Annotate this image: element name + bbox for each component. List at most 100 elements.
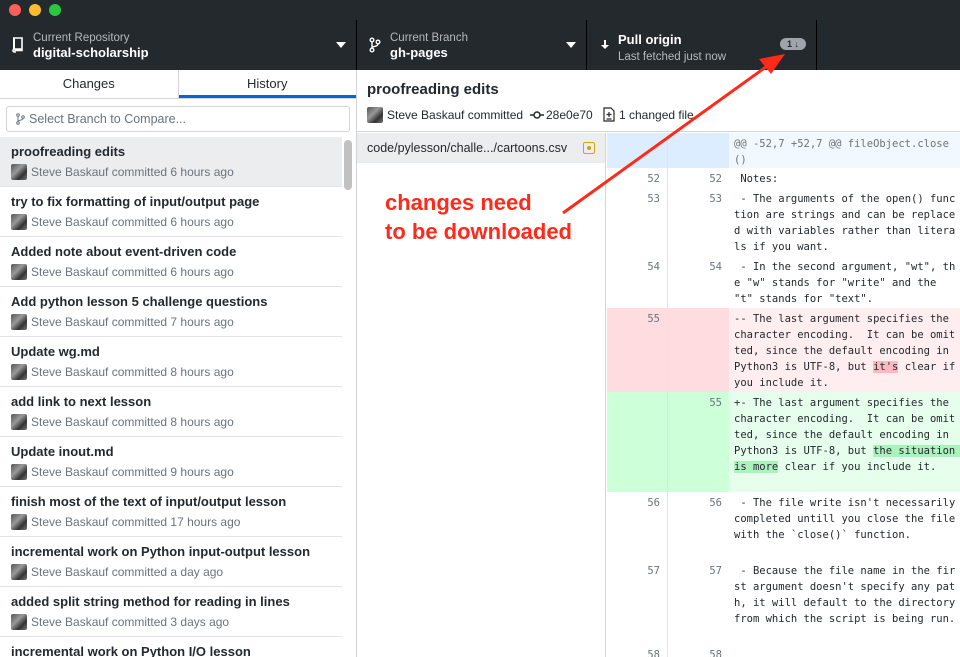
old-line-number: 58 [607,644,668,657]
new-line-number: 58 [709,649,722,657]
old-line-number [607,133,668,168]
arrow-down-icon [601,40,609,49]
deleted-word-highlight: it's [873,361,899,373]
minimize-window-button[interactable] [29,4,41,16]
commit-list-item[interactable]: incremental work on Python input-output … [0,537,342,587]
commit-meta: Steve Baskauf committed a day ago [31,565,224,579]
commit-list-item[interactable]: Add python lesson 5 challenge questions … [0,287,342,337]
compare-branch-input[interactable] [29,111,339,127]
chevron-down-icon [566,42,576,48]
avatar [11,214,27,230]
branch-icon [369,37,381,53]
line-text: - In the second argument, "wt", the "w" … [734,261,956,305]
repo-icon [12,37,23,53]
repository-name: digital-scholarship [33,45,149,60]
commit-title: added split string method for reading in… [11,594,290,609]
changed-file-item[interactable]: code/pylesson/challe.../cartoons.csv [357,133,605,163]
new-line-number [668,133,729,168]
commit-title: incremental work on Python input-output … [11,544,311,559]
toolbar: Current Repository digital-scholarship C… [0,20,960,70]
changed-files-count: 1 changed file [619,108,694,122]
avatar [11,164,27,180]
pull-origin-button[interactable]: Pull origin Last fetched just now 1 ↓ [587,20,817,70]
pull-count-badge: 1 ↓ [780,38,806,50]
commit-detail-title: proofreading edits [367,81,499,98]
tab-history[interactable]: History [178,70,356,98]
tab-changes[interactable]: Changes [0,70,179,98]
diff-line: 57 57 - Because the file name in the fir… [607,560,960,644]
hunk-text: @@ -52,7 +52,7 @@ fileObject.close() [734,138,949,166]
annotation-text: changes need to be downloaded [385,190,572,244]
old-line-number: 52 [607,168,668,188]
line-text: - Because the file name in the first arg… [734,565,956,625]
old-line-number: 53 [607,188,668,256]
current-branch-button[interactable]: Current Branch gh-pages [357,20,587,70]
new-line-number: 55 [668,392,729,492]
new-line-number: 57 [709,565,722,577]
line-text: -- The last argument specifies the chara… [730,308,960,391]
new-line-number: 56 [709,497,722,509]
commit-title: proofreading edits [11,144,126,159]
pull-subtitle: Last fetched just now [618,51,727,63]
line-text: Notes: [734,173,779,185]
avatar [11,364,27,380]
title-bar [0,0,960,20]
commit-title: Add python lesson 5 challenge questions [11,294,268,309]
commit-meta: Steve Baskauf committed 7 hours ago [31,315,234,329]
sidebar: Changes History proofreading edits Steve… [0,70,357,657]
commit-list-item[interactable]: proofreading edits Steve Baskauf committ… [0,137,342,187]
commit-list-item[interactable]: added split string method for reading in… [0,587,342,637]
branch-name: gh-pages [390,45,448,60]
commit-list-item[interactable]: finish most of the text of input/output … [0,487,342,537]
avatar [11,264,27,280]
commit-title: incremental work on Python I/O lesson [11,644,251,657]
line-text: - The file write isn't necessarily compl… [734,497,956,541]
old-line-number: 54 [607,256,668,308]
commit-title: Update inout.md [11,444,114,459]
commit-list-item[interactable]: Update wg.md Steve Baskauf committed 8 h… [0,337,342,387]
commit-title: add link to next lesson [11,394,152,409]
commit-detail-panel: proofreading edits Steve Baskauf committ… [357,70,960,657]
diff-hunk-header: @@ -52,7 +52,7 @@ fileObject.close() [607,133,960,168]
commit-list-item[interactable]: try to fix formatting of input/output pa… [0,187,342,237]
branch-icon [16,113,25,125]
commit-sha[interactable]: 28e0e70 [546,108,593,122]
close-window-button[interactable] [9,4,21,16]
new-line-number: 52 [709,173,722,185]
diff-line-added: 55 +- The last argument specifies the ch… [607,392,960,492]
commit-list-scrollbar[interactable] [344,140,352,190]
commit-summary: proofreading edits Steve Baskauf committ… [357,70,960,132]
old-line-number: 55 [607,308,668,392]
pull-count: 1 [786,39,792,49]
commit-list-item[interactable]: add link to next lesson Steve Baskauf co… [0,387,342,437]
commit-meta: Steve Baskauf committed 6 hours ago [31,265,234,279]
new-line-number: 54 [709,261,722,273]
compare-branch-field[interactable] [6,106,350,132]
commit-list-item[interactable]: Update inout.md Steve Baskauf committed … [0,437,342,487]
new-line-number [668,308,729,392]
commit-title: Added note about event-driven code [11,244,237,259]
old-line-number: 56 [607,492,668,560]
diff-view: @@ -52,7 +52,7 @@ fileObject.close() 52 … [607,133,960,657]
sidebar-tabs: Changes History [0,70,356,99]
avatar [11,464,27,480]
diff-line-deleted: 55 -- The last argument specifies the ch… [607,308,960,392]
commit-list: proofreading edits Steve Baskauf committ… [0,137,342,657]
git-commit-icon [530,111,544,119]
file-diff-icon [603,107,615,122]
new-line-number: 53 [709,193,722,205]
commit-meta: Steve Baskauf committed 9 hours ago [31,465,234,479]
current-repository-button[interactable]: Current Repository digital-scholarship [0,20,357,70]
file-path: code/pylesson/challe.../cartoons.csv [367,141,568,155]
commit-meta: Steve Baskauf committed 8 hours ago [31,365,234,379]
diff-line: 56 56 - The file write isn't necessarily… [607,492,960,560]
zoom-window-button[interactable] [49,4,61,16]
commit-list-item[interactable]: incremental work on Python I/O lesson [0,637,342,657]
old-line-number: 57 [607,560,668,644]
line-text [730,644,960,647]
diff-line: 52 52 Notes: [607,168,960,188]
avatar [367,107,383,123]
line-text-part: clear if you include it. [778,461,937,473]
commit-list-item[interactable]: Added note about event-driven code Steve… [0,237,342,287]
commit-title: Update wg.md [11,344,100,359]
